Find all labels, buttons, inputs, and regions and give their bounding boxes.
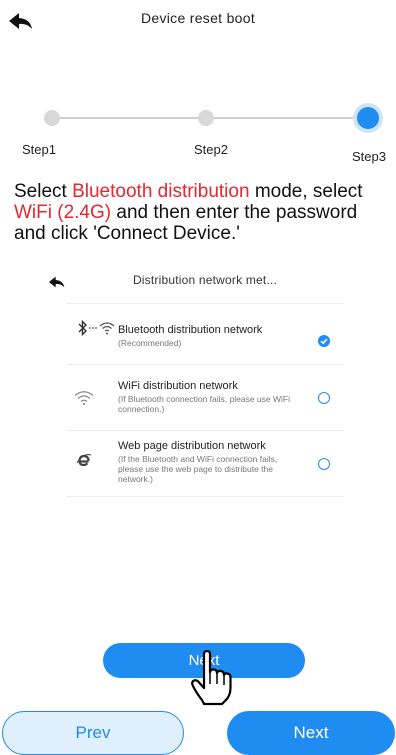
step1-dot — [44, 110, 60, 126]
inner-back-arrow-icon — [48, 276, 66, 288]
divider — [66, 496, 344, 497]
option-desc: (If Bluetooth connection fails, please u… — [118, 394, 290, 414]
divider — [66, 364, 344, 365]
option-web-page[interactable]: Web page distribution network (If the Bl… — [66, 432, 344, 496]
instruction-highlight: Bluetooth distribution — [72, 181, 250, 202]
option-title: Web page distribution network — [118, 440, 266, 452]
step2-dot — [198, 110, 214, 126]
step-connector — [212, 117, 358, 119]
next-button[interactable]: Next — [227, 711, 395, 755]
instruction-part: mode, select — [249, 181, 363, 202]
step-connector — [58, 117, 204, 119]
radio-unselected[interactable] — [318, 392, 330, 404]
step1-label: Step1 — [22, 142, 56, 157]
radio-selected[interactable] — [318, 335, 330, 347]
step3-dot — [357, 107, 379, 129]
option-title: Bluetooth distribution network — [118, 324, 263, 336]
instruction-text: Select Bluetooth distribution mode, sele… — [14, 181, 386, 244]
step2-label: Step2 — [194, 142, 228, 157]
instruction-part: Select — [14, 181, 73, 202]
option-bluetooth[interactable]: Bluetooth distribution network (Recommen… — [66, 304, 344, 364]
option-desc: (If the Bluetooth and WiFi connection fa… — [118, 454, 278, 484]
bluetooth-wifi-icon — [76, 319, 118, 339]
step3-label: Step3 — [352, 149, 386, 164]
page-title: Device reset boot — [140, 10, 256, 26]
inner-screen-title: Distribution network met... — [132, 273, 278, 287]
option-desc: (Recommended) — [118, 338, 182, 348]
pointing-hand-icon — [190, 649, 234, 711]
prev-button[interactable]: Prev — [2, 711, 184, 755]
divider — [66, 430, 344, 431]
option-title: WiFi distribution network — [118, 380, 238, 392]
instruction-highlight: WiFi (2.4G) — [14, 202, 112, 223]
radio-unselected[interactable] — [318, 458, 330, 470]
browser-e-icon — [76, 452, 92, 473]
option-wifi[interactable]: WiFi distribution network (If Bluetooth … — [66, 366, 344, 428]
wifi-icon — [74, 390, 94, 409]
